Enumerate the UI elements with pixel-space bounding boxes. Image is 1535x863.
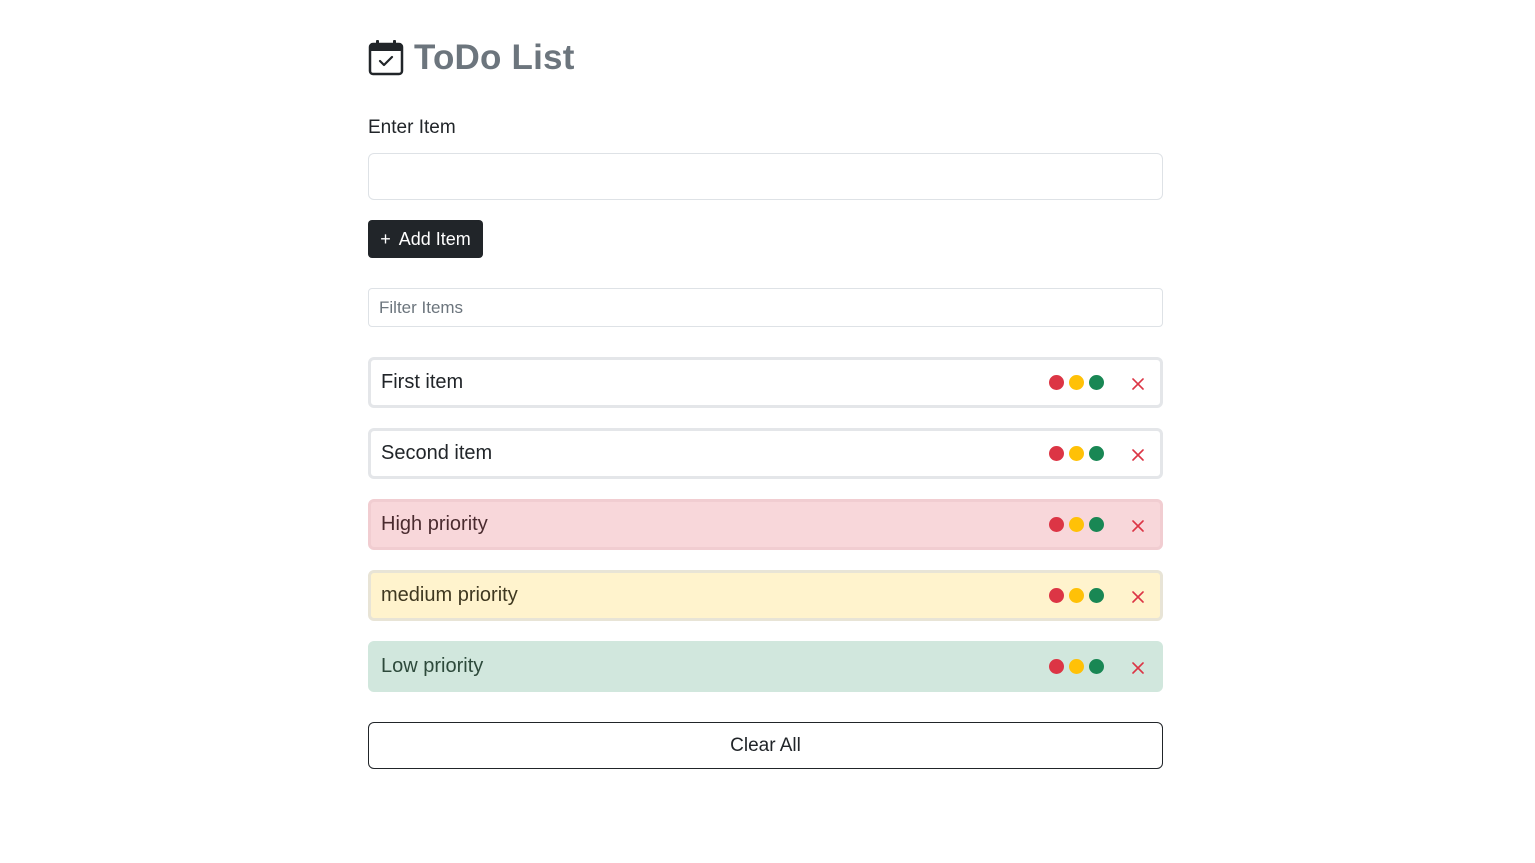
close-icon[interactable] [1130,517,1146,533]
priority-selector [1049,588,1104,603]
medium-priority-dot[interactable] [1069,375,1084,390]
list-item[interactable]: Low priority [368,641,1163,692]
plus-icon: + [380,229,391,249]
close-icon[interactable] [1130,375,1146,391]
item-text: medium priority [381,584,518,606]
high-priority-dot[interactable] [1049,446,1064,461]
low-priority-dot[interactable] [1089,375,1104,390]
close-icon[interactable] [1130,446,1146,462]
close-icon[interactable] [1130,588,1146,604]
calendar-check-icon [368,39,404,77]
item-text: High priority [381,513,488,535]
item-list: First item Second item High priority med… [368,357,1163,712]
medium-priority-dot[interactable] [1069,446,1084,461]
page-title: ToDo List [414,38,575,77]
close-icon[interactable] [1130,659,1146,675]
list-item[interactable]: High priority [368,499,1163,550]
medium-priority-dot[interactable] [1069,517,1084,532]
filter-input[interactable] [368,288,1163,327]
high-priority-dot[interactable] [1049,659,1064,674]
item-input-label: Enter Item [368,117,456,138]
high-priority-dot[interactable] [1049,517,1064,532]
list-item[interactable]: Second item [368,428,1163,479]
item-text: Second item [381,442,493,464]
page-header: ToDo List [368,36,1163,80]
item-text: First item [381,371,464,393]
low-priority-dot[interactable] [1089,517,1104,532]
priority-selector [1049,446,1104,461]
todo-app: ToDo List Enter Item + Add Item First it… [368,36,1163,769]
high-priority-dot[interactable] [1049,375,1064,390]
priority-selector [1049,517,1104,532]
priority-selector [1049,375,1104,390]
item-input[interactable] [368,153,1163,200]
low-priority-dot[interactable] [1089,588,1104,603]
add-item-button[interactable]: + Add Item [368,220,483,258]
list-item[interactable]: First item [368,357,1163,408]
medium-priority-dot[interactable] [1069,659,1084,674]
low-priority-dot[interactable] [1089,446,1104,461]
item-text: Low priority [381,655,484,677]
clear-all-button[interactable]: Clear All [368,722,1163,769]
add-item-label: Add Item [398,228,471,249]
low-priority-dot[interactable] [1089,659,1104,674]
high-priority-dot[interactable] [1049,588,1064,603]
medium-priority-dot[interactable] [1069,588,1084,603]
list-item[interactable]: medium priority [368,570,1163,621]
priority-selector [1049,659,1104,674]
